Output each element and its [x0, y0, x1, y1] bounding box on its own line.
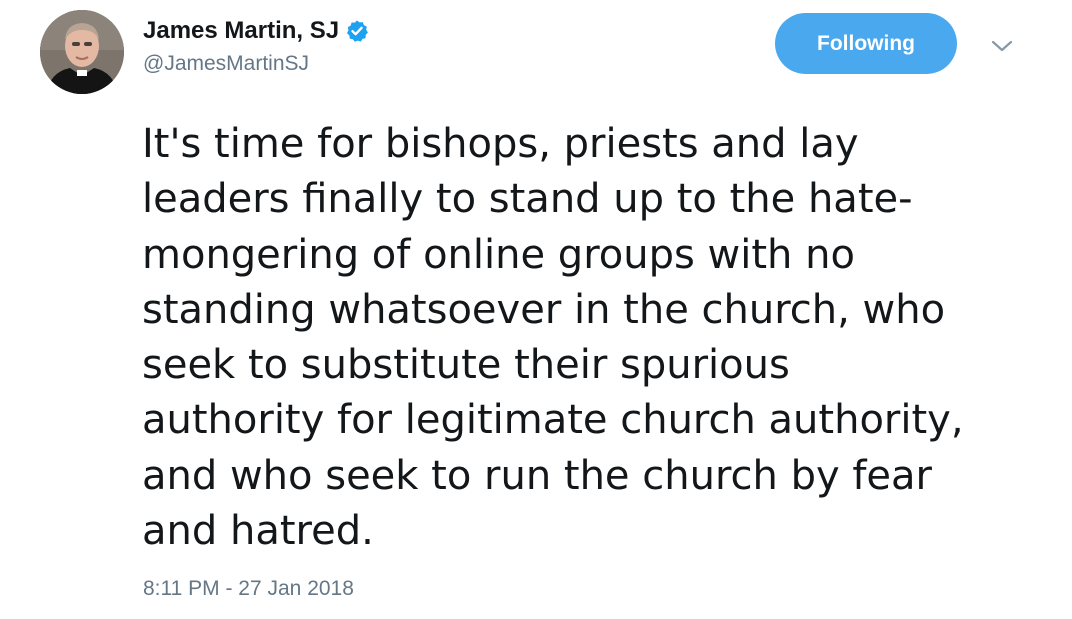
tweet-timestamp[interactable]: 8:11 PM - 27 Jan 2018	[143, 577, 354, 601]
tweet-line: It's time for bishops, priests and lay	[142, 121, 859, 167]
author-handle[interactable]: @JamesMartinSJ	[143, 52, 309, 76]
profile-photo	[40, 10, 124, 94]
tweet-line: seek to substitute their spurious	[142, 342, 790, 389]
following-button[interactable]: Following	[775, 13, 957, 74]
tweet-line: and who seek to run the church by fear	[142, 452, 932, 499]
tweet-line: and hatred.	[142, 508, 374, 555]
tweet-line: mongering of online groups with no	[142, 231, 855, 278]
display-name[interactable]: James Martin, SJ	[143, 17, 339, 45]
tweet-line: leaders finally to stand up to the hate-	[142, 176, 913, 223]
tweet-text: It's time for bishops, priests and lay l…	[142, 117, 1042, 559]
author-name-row[interactable]: James Martin, SJ	[143, 14, 369, 48]
verified-badge-icon	[345, 19, 369, 43]
tweet-line: authority for legitimate church authorit…	[142, 397, 964, 444]
avatar[interactable]	[40, 10, 124, 94]
chevron-down-icon[interactable]	[988, 36, 1016, 56]
tweet-line: standing whatsoever in the church, who	[142, 286, 946, 333]
